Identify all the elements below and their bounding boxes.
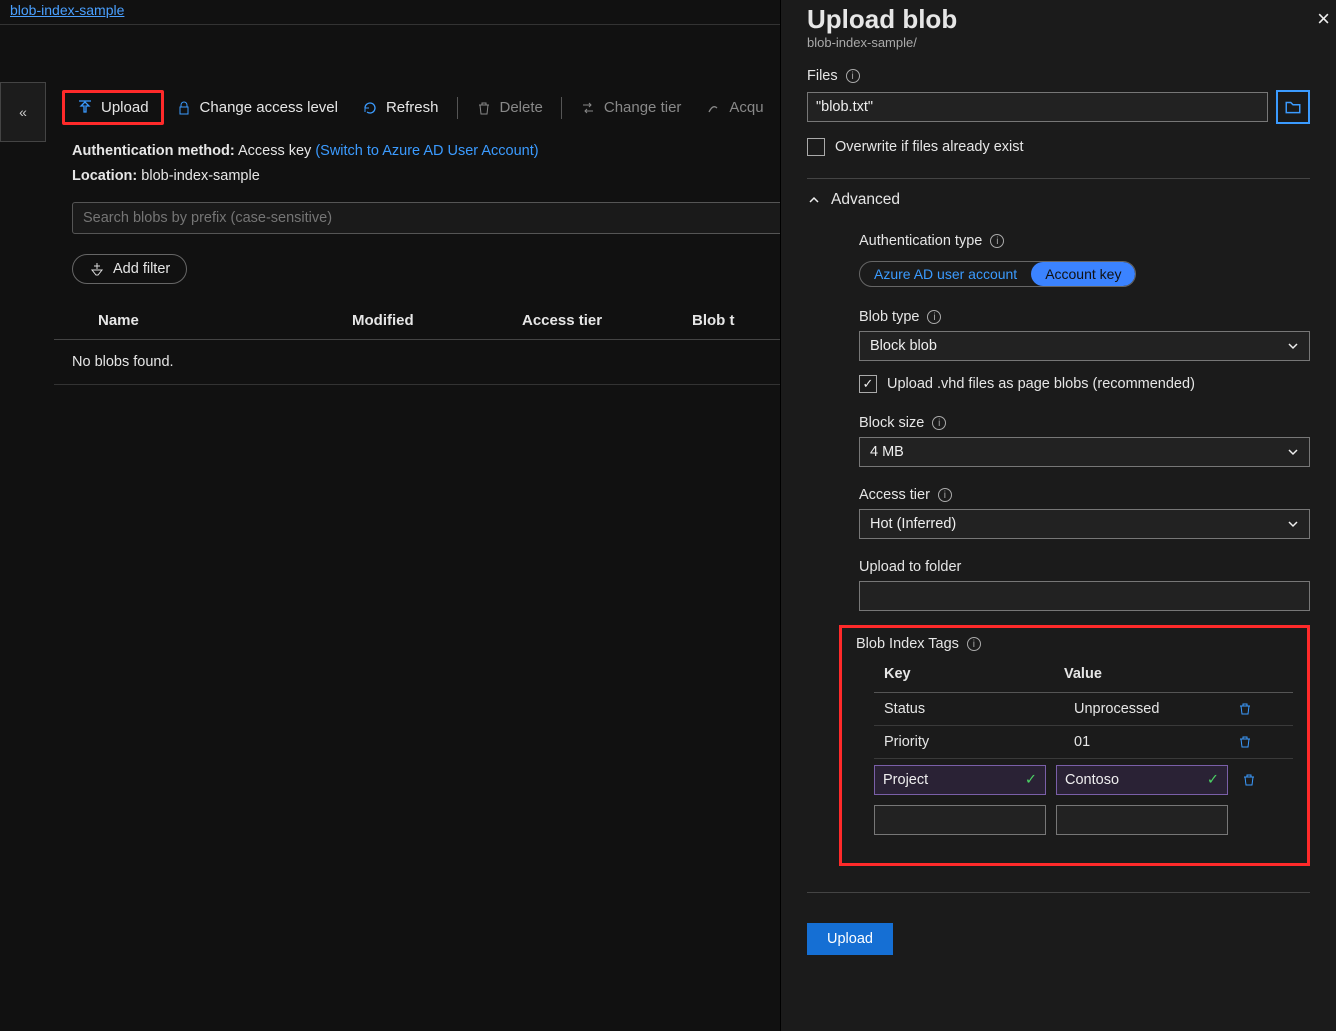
tag-value-input-empty[interactable] xyxy=(1056,805,1228,835)
panel-title: Upload blob xyxy=(807,4,1310,35)
tag-row-new xyxy=(874,799,1293,839)
switch-auth-link[interactable]: (Switch to Azure AD User Account) xyxy=(315,143,538,159)
access-tier-select[interactable]: Hot (Inferred) xyxy=(859,509,1310,539)
tag-table: Key Value Status Unprocessed Priority 01… xyxy=(856,658,1293,839)
col-name[interactable]: Name xyxy=(72,312,352,329)
tag-key-input-empty[interactable] xyxy=(874,805,1046,835)
delete-tag-button[interactable] xyxy=(1234,702,1256,716)
advanced-expander[interactable]: Advanced xyxy=(807,191,1310,209)
location-value: blob-index-sample xyxy=(141,168,259,184)
auth-method-label: Authentication method: xyxy=(72,143,235,159)
separator xyxy=(561,97,562,119)
overwrite-checkbox[interactable] xyxy=(807,138,825,156)
tag-col-key: Key xyxy=(884,666,1064,682)
info-icon[interactable]: i xyxy=(990,234,1004,248)
delete-button[interactable]: Delete xyxy=(464,93,555,122)
blob-type-label: Blob type i xyxy=(859,309,1310,325)
add-filter-label: Add filter xyxy=(113,261,170,277)
chevron-down-icon xyxy=(1287,446,1299,458)
info-icon[interactable]: i xyxy=(967,637,981,651)
advanced-section: Authentication type i Azure AD user acco… xyxy=(807,233,1310,866)
refresh-label: Refresh xyxy=(386,99,439,116)
info-icon[interactable]: i xyxy=(938,488,952,502)
files-input[interactable] xyxy=(807,92,1268,122)
folder-icon xyxy=(1284,98,1302,116)
info-icon[interactable]: i xyxy=(846,69,860,83)
location-label: Location: xyxy=(72,168,137,184)
auth-key-option[interactable]: Account key xyxy=(1031,262,1135,286)
browse-folder-button[interactable] xyxy=(1276,90,1310,124)
tag-value-input[interactable]: Contoso ✓ xyxy=(1056,765,1228,795)
blob-type-select[interactable]: Block blob xyxy=(859,331,1310,361)
auth-method-value: Access key xyxy=(238,143,311,159)
swap-icon xyxy=(580,100,596,116)
advanced-label: Advanced xyxy=(831,191,900,209)
acquire-lease-label: Acqu xyxy=(729,99,763,116)
refresh-button[interactable]: Refresh xyxy=(350,93,451,122)
upload-folder-label: Upload to folder xyxy=(859,559,1310,575)
lease-icon xyxy=(705,100,721,116)
tag-key[interactable]: Priority xyxy=(874,734,1054,750)
col-access-tier[interactable]: Access tier xyxy=(522,312,692,329)
upload-folder-input[interactable] xyxy=(859,581,1310,611)
acquire-lease-button[interactable]: Acqu xyxy=(693,93,775,122)
upload-button[interactable]: Upload xyxy=(62,90,164,125)
tags-label: Blob Index Tags i xyxy=(856,636,1293,652)
refresh-icon xyxy=(362,100,378,116)
tag-col-value: Value xyxy=(1064,666,1224,682)
chevron-down-icon xyxy=(1287,340,1299,352)
tag-key[interactable]: Status xyxy=(874,701,1054,717)
delete-label: Delete xyxy=(500,99,543,116)
auth-aad-option[interactable]: Azure AD user account xyxy=(860,262,1031,286)
filter-icon xyxy=(89,261,105,277)
breadcrumb-container-link[interactable]: blob-index-sample xyxy=(10,2,124,18)
change-tier-button[interactable]: Change tier xyxy=(568,93,694,122)
auth-type-toggle: Azure AD user account Account key xyxy=(859,261,1136,287)
tag-row: Status Unprocessed xyxy=(874,693,1293,726)
col-modified[interactable]: Modified xyxy=(352,312,522,329)
upload-icon xyxy=(77,100,93,116)
info-icon[interactable]: i xyxy=(927,310,941,324)
separator xyxy=(457,97,458,119)
vhd-label: Upload .vhd files as page blobs (recomme… xyxy=(887,376,1195,392)
blob-index-tags-section: Blob Index Tags i Key Value Status Unpro… xyxy=(839,625,1310,866)
upload-label: Upload xyxy=(101,99,149,116)
divider xyxy=(807,892,1310,893)
panel-subtitle: blob-index-sample/ xyxy=(807,35,1310,50)
tag-row-editing: Project ✓ Contoso ✓ xyxy=(874,759,1293,799)
tag-row: Priority 01 xyxy=(874,726,1293,759)
upload-submit-button[interactable]: Upload xyxy=(807,923,893,955)
delete-tag-button[interactable] xyxy=(1238,773,1260,787)
access-tier-label: Access tier i xyxy=(859,487,1310,503)
change-access-level-label: Change access level xyxy=(200,99,338,116)
info-icon[interactable]: i xyxy=(932,416,946,430)
close-icon[interactable]: × xyxy=(1317,6,1330,32)
add-filter-button[interactable]: Add filter xyxy=(72,254,187,284)
auth-type-label: Authentication type i xyxy=(859,233,1310,249)
chevron-down-icon xyxy=(1287,518,1299,530)
block-size-select[interactable]: 4 MB xyxy=(859,437,1310,467)
tag-key-input[interactable]: Project ✓ xyxy=(874,765,1046,795)
chevron-up-icon xyxy=(807,193,821,207)
pane-collapse-button[interactable]: « xyxy=(0,82,46,142)
check-icon: ✓ xyxy=(1207,772,1219,788)
lock-icon xyxy=(176,100,192,116)
check-icon: ✓ xyxy=(1025,772,1037,788)
trash-icon xyxy=(476,100,492,116)
tag-value[interactable]: 01 xyxy=(1064,734,1224,750)
vhd-checkbox[interactable] xyxy=(859,375,877,393)
tag-value[interactable]: Unprocessed xyxy=(1064,701,1224,717)
upload-blob-panel: × Upload blob blob-index-sample/ Files i… xyxy=(780,0,1336,1031)
delete-tag-button[interactable] xyxy=(1234,735,1256,749)
change-tier-label: Change tier xyxy=(604,99,682,116)
overwrite-label: Overwrite if files already exist xyxy=(835,139,1024,155)
change-access-level-button[interactable]: Change access level xyxy=(164,93,350,122)
divider xyxy=(807,178,1310,179)
block-size-label: Block size i xyxy=(859,415,1310,431)
files-label: Files i xyxy=(807,68,1310,84)
